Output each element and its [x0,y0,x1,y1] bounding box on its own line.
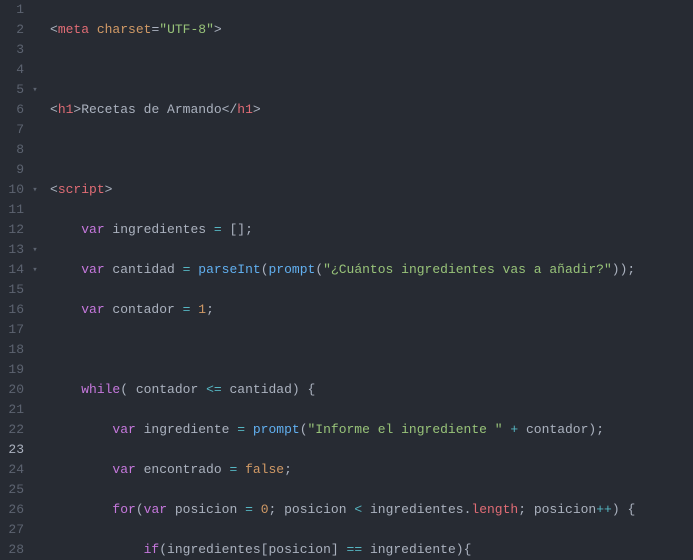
code-line [50,140,693,160]
code-line: <h1>Recetas de Armando</h1> [50,100,693,120]
code-editor-content[interactable]: <meta charset="UTF-8"> <h1>Recetas de Ar… [40,0,693,560]
line-number: 1 [0,0,24,20]
fold-marker [30,440,40,460]
fold-marker [30,220,40,240]
line-number: 18 [0,340,24,360]
line-number: 14 [0,260,24,280]
code-line: while( contador <= cantidad) { [50,380,693,400]
fold-marker [30,160,40,180]
fold-marker[interactable]: ▾ [30,260,40,280]
fold-marker [30,280,40,300]
line-number: 7 [0,120,24,140]
code-line [50,60,693,80]
fold-marker [30,20,40,40]
fold-marker[interactable]: ▾ [30,240,40,260]
code-line: <script> [50,180,693,200]
code-line: var ingrediente = prompt("Informe el ing… [50,420,693,440]
fold-marker [30,0,40,20]
fold-gutter: ▾▾▾▾ [30,0,40,560]
code-line: var cantidad = parseInt(prompt("¿Cuántos… [50,260,693,280]
fold-marker [30,300,40,320]
line-number: 21 [0,400,24,420]
code-line: <meta charset="UTF-8"> [50,20,693,40]
fold-marker [30,480,40,500]
fold-marker[interactable]: ▾ [30,180,40,200]
fold-marker [30,540,40,560]
fold-marker[interactable]: ▾ [30,80,40,100]
line-number: 15 [0,280,24,300]
fold-marker [30,40,40,60]
fold-marker [30,140,40,160]
line-number: 24 [0,460,24,480]
line-number: 28 [0,540,24,560]
code-line: var ingredientes = []; [50,220,693,240]
line-number: 5 [0,80,24,100]
fold-marker [30,100,40,120]
line-number: 13 [0,240,24,260]
fold-marker [30,200,40,220]
fold-marker [30,520,40,540]
line-number: 2 [0,20,24,40]
code-line: if(ingredientes[posicion] == ingrediente… [50,540,693,560]
line-number: 12 [0,220,24,240]
fold-marker [30,340,40,360]
fold-marker [30,380,40,400]
line-number: 10 [0,180,24,200]
code-line: var contador = 1; [50,300,693,320]
line-number: 11 [0,200,24,220]
line-number-gutter: 1234567891011121314151617181920212223242… [0,0,30,560]
fold-marker [30,460,40,480]
fold-marker [30,320,40,340]
fold-marker [30,120,40,140]
line-number: 9 [0,160,24,180]
line-number: 20 [0,380,24,400]
fold-marker [30,420,40,440]
code-line: for(var posicion = 0; posicion < ingredi… [50,500,693,520]
fold-marker [30,60,40,80]
code-line: var encontrado = false; [50,460,693,480]
fold-marker [30,400,40,420]
line-number: 6 [0,100,24,120]
line-number: 25 [0,480,24,500]
line-number: 19 [0,360,24,380]
line-number: 17 [0,320,24,340]
line-number: 16 [0,300,24,320]
line-number: 3 [0,40,24,60]
fold-marker [30,500,40,520]
code-line [50,340,693,360]
line-number: 26 [0,500,24,520]
line-number: 27 [0,520,24,540]
fold-marker [30,360,40,380]
line-number: 8 [0,140,24,160]
line-number: 4 [0,60,24,80]
line-number: 22 [0,420,24,440]
line-number: 23 [0,440,24,460]
